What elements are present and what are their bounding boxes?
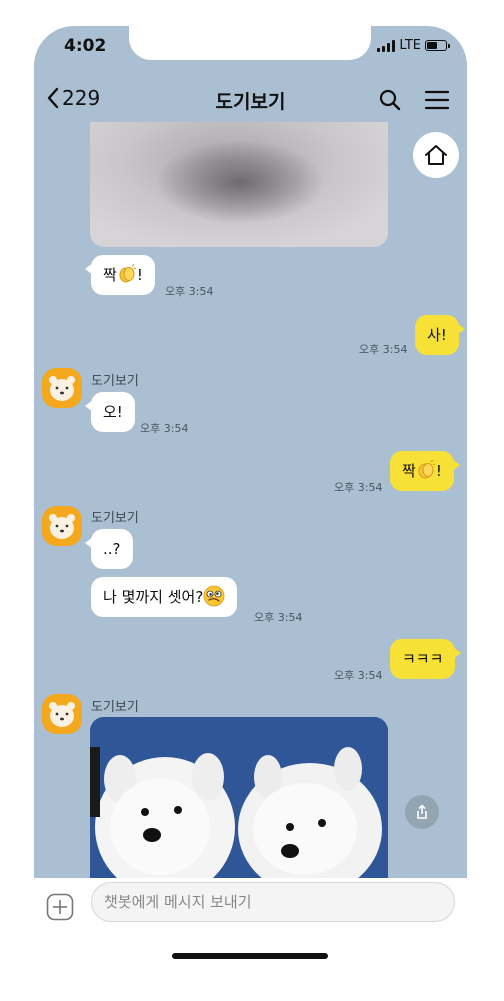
puppies-photo-icon: [90, 717, 388, 878]
message-text: 짝: [103, 266, 117, 284]
bear-icon: [49, 376, 75, 401]
clapping-hands-icon: [119, 264, 137, 283]
phone-screen: 4:02 LTE 229 도기보기 짝 ! 오후 3:54 사! 오후 3:54…: [34, 26, 467, 968]
message-text: 나 몇까지 셋어?: [103, 588, 204, 606]
home-button[interactable]: [413, 132, 459, 178]
bot-message-bubble: 오!: [85, 392, 135, 432]
clapping-hands-icon: [418, 460, 436, 479]
chat-header: 229 도기보기: [34, 78, 467, 122]
woozy-face-icon: [203, 585, 225, 607]
sender-name: 도기보기: [91, 700, 139, 715]
bot-message-bubble: 짝 !: [85, 255, 155, 295]
message-time: 오후 3:54: [165, 285, 214, 298]
sender-name: 도기보기: [91, 374, 139, 389]
sender-name: 도기보기: [91, 511, 139, 526]
message-text: 오!: [103, 403, 123, 421]
message-text-suffix: !: [136, 266, 143, 284]
my-message-bubble: 사!: [415, 315, 465, 355]
menu-button[interactable]: [424, 88, 450, 116]
message-time: 오후 3:54: [334, 481, 383, 494]
bot-message-bubble: 나 몇까지 셋어?: [91, 577, 238, 617]
message-time: 오후 3:54: [359, 343, 408, 356]
bear-icon: [49, 702, 75, 727]
message-input[interactable]: [91, 882, 455, 922]
message-image-fur[interactable]: [90, 122, 388, 247]
search-icon: [379, 89, 401, 111]
network-label: LTE: [399, 38, 421, 53]
my-message-bubble: 짝 !: [390, 451, 460, 491]
search-button[interactable]: [378, 88, 402, 116]
message-text: 사!: [427, 326, 447, 344]
share-button[interactable]: [405, 795, 439, 829]
attach-button[interactable]: [46, 893, 74, 921]
bot-avatar[interactable]: [42, 694, 82, 734]
notch: [129, 26, 371, 60]
message-image-dogs[interactable]: [90, 717, 388, 878]
message-text: ..?: [103, 540, 121, 558]
message-text-suffix: !: [435, 462, 442, 480]
message-time: 오후 3:54: [140, 422, 189, 435]
status-time: 4:02: [64, 36, 107, 56]
message-text: 짝: [402, 462, 416, 480]
battery-icon: [425, 40, 450, 51]
plus-icon: [46, 893, 74, 921]
share-icon: [417, 804, 427, 819]
bear-icon: [49, 514, 75, 539]
message-time: 오후 3:54: [254, 611, 303, 624]
message-text: ㅋㅋㅋ: [402, 650, 444, 668]
message-composer: [34, 878, 467, 938]
my-message-bubble: ㅋㅋㅋ: [390, 639, 462, 679]
menu-icon: [424, 90, 450, 110]
message-time: 오후 3:54: [334, 669, 383, 682]
chat-title: 도기보기: [215, 91, 286, 113]
status-indicators: LTE: [377, 38, 450, 53]
signal-icon: [377, 39, 396, 52]
home-icon: [425, 145, 447, 165]
bot-message-bubble: ..?: [85, 529, 133, 569]
home-indicator[interactable]: [172, 953, 328, 959]
bot-avatar[interactable]: [42, 368, 82, 408]
bot-avatar[interactable]: [42, 506, 82, 546]
